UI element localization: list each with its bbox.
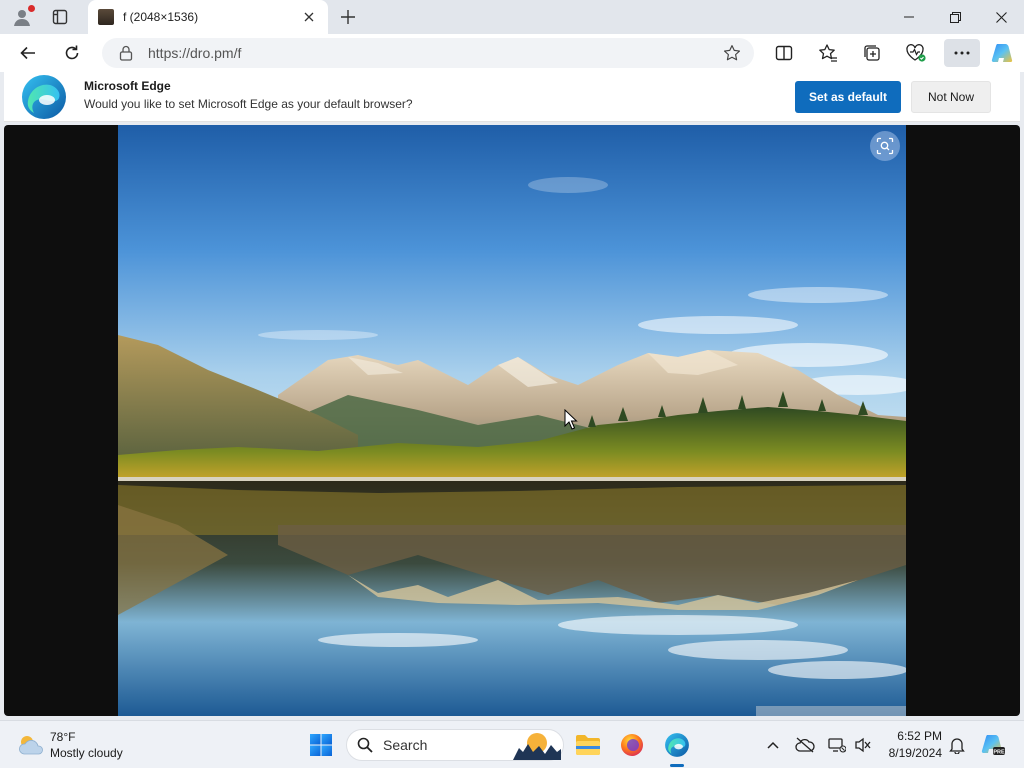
chevron-up-icon[interactable] [760,733,786,757]
start-button[interactable] [305,729,337,761]
onedrive-off-icon[interactable] [792,733,818,757]
browser-tab[interactable]: f (2048×1536) [88,0,328,34]
taskbar: 78°F Mostly cloudy Search 6:52 PM 8/19/2… [0,720,1024,768]
image-caption-strip [756,706,906,716]
clock-time[interactable]: 6:52 PM [884,729,942,743]
cloudy-weather-icon[interactable] [16,733,46,757]
site-info-lock-icon[interactable] [118,45,134,61]
infobar-message: Would you like to set Microsoft Edge as … [84,97,413,111]
refresh-button[interactable] [57,39,87,67]
page-content [4,125,1020,716]
not-now-button[interactable]: Not Now [911,81,991,113]
split-screen-icon[interactable] [769,39,799,67]
edge-logo-icon [22,75,66,119]
address-bar[interactable]: https://dro.pm/f [102,38,754,68]
search-label: Search [383,737,428,753]
visual-search-button[interactable] [870,131,900,161]
close-window-button[interactable] [978,0,1024,34]
weather-temperature[interactable]: 78°F [50,730,75,744]
file-explorer-icon[interactable] [572,729,604,761]
url-text[interactable]: https://dro.pm/f [148,45,718,61]
restore-button[interactable] [932,0,978,34]
weather-description[interactable]: Mostly cloudy [50,746,123,760]
browser-essentials-icon[interactable] [901,39,931,67]
infobar-title: Microsoft Edge [84,79,171,93]
copilot-preview-icon[interactable]: PRE [978,733,1008,757]
edge-taskbar-icon[interactable] [661,729,693,761]
edge-active-indicator [670,764,684,767]
copilot-icon[interactable] [987,39,1017,67]
tab-favicon-icon [98,9,114,25]
minimize-button[interactable] [886,0,932,34]
mouse-cursor-icon [564,409,578,430]
set-as-default-button[interactable]: Set as default [795,81,901,113]
close-tab-icon[interactable] [300,8,318,26]
svg-text:PRE: PRE [993,750,1005,756]
clock-date[interactable]: 8/19/2024 [872,746,942,760]
taskbar-search[interactable]: Search [346,729,564,761]
favorites-icon[interactable] [813,39,843,67]
back-button[interactable] [13,39,43,67]
title-bar: f (2048×1536) [0,0,1024,34]
navigation-bar: https://dro.pm/f [0,34,1024,72]
search-highlight-icon [513,733,561,760]
favorite-star-icon[interactable] [718,41,746,65]
settings-more-button[interactable] [944,39,980,67]
landscape-image[interactable] [118,125,906,716]
search-icon [357,737,373,753]
notification-bell-icon[interactable] [944,733,970,757]
firefox-icon[interactable] [616,729,648,761]
new-tab-button[interactable] [336,6,360,28]
default-browser-infobar: Microsoft Edge Would you like to set Mic… [4,72,1020,122]
network-icon[interactable] [824,733,850,757]
tab-title: f (2048×1536) [123,10,199,24]
collections-icon[interactable] [857,39,887,67]
profile-alert-badge [28,5,35,12]
vertical-tabs-icon[interactable] [46,6,74,28]
